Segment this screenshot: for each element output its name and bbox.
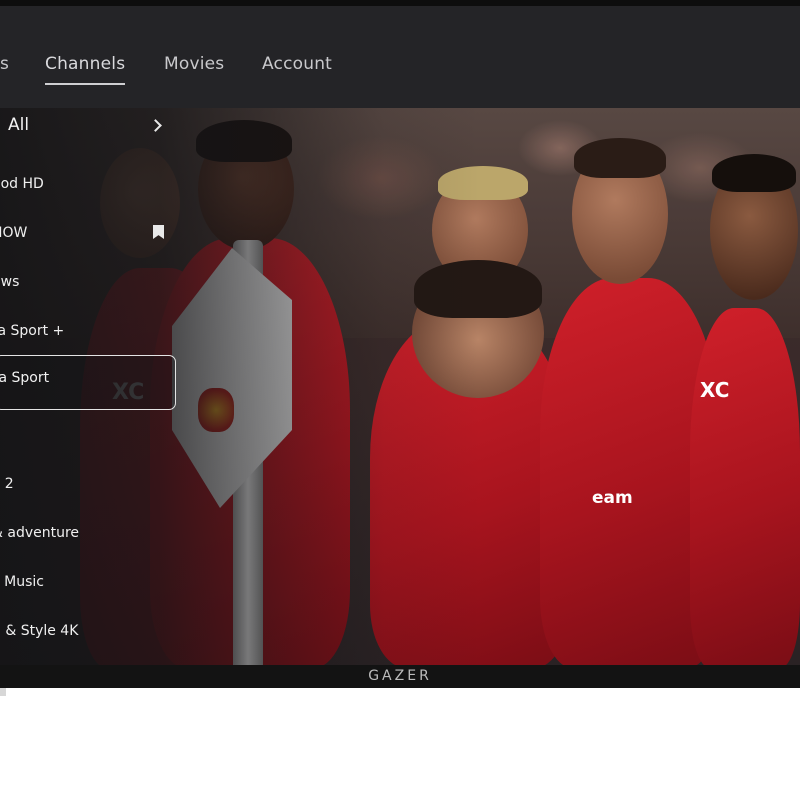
channel-item[interactable]: n & Style 4K — [0, 618, 176, 644]
tab-channels[interactable]: Channels — [45, 54, 126, 85]
channel-name: NOW — [0, 225, 28, 241]
channel-name: ews — [0, 274, 20, 290]
tab-previous[interactable]: s — [0, 54, 9, 74]
channel-name: y 2 — [0, 476, 14, 492]
channel-item[interactable]: NOW — [0, 220, 176, 246]
channel-item[interactable]: y — [0, 422, 176, 448]
channel-item[interactable]: & adventure — [0, 520, 176, 546]
channel-item[interactable]: y 2 — [0, 471, 176, 497]
tv-brand-logo: GAZER — [368, 668, 432, 684]
channel-item[interactable]: ews — [0, 269, 176, 295]
tv-screen: XC XC eam s Channels — [0, 6, 800, 665]
channel-item[interactable]: c Music — [0, 569, 176, 595]
channel-name: & adventure — [0, 525, 80, 541]
bookmark-icon[interactable] — [153, 225, 164, 239]
tab-movies[interactable]: Movies — [164, 54, 224, 74]
chevron-right-icon — [149, 119, 162, 132]
channel-name: ta Sport — [0, 370, 50, 386]
channel-name: ood HD — [0, 176, 44, 192]
tab-channels-label: Channels — [45, 54, 126, 74]
channel-filter-all-label: All — [8, 115, 30, 135]
channel-list: All ood HD NOW ews ta Sport + ta Sport y — [0, 108, 200, 665]
tv-frame: XC XC eam s Channels — [0, 0, 800, 688]
channel-filter-all[interactable]: All — [0, 112, 176, 138]
channel-name: c Music — [0, 574, 44, 590]
channel-name: ta Sport + — [0, 323, 65, 339]
active-tab-indicator — [45, 83, 126, 85]
channel-item[interactable]: ood HD — [0, 171, 176, 197]
channel-item-focused[interactable]: ta Sport — [0, 355, 176, 410]
top-navigation: s Channels Movies Account — [0, 6, 800, 108]
channel-name: n & Style 4K — [0, 623, 79, 639]
tv-stand — [0, 688, 6, 696]
channel-item[interactable]: ta Sport + — [0, 318, 176, 344]
tab-account[interactable]: Account — [262, 54, 332, 74]
